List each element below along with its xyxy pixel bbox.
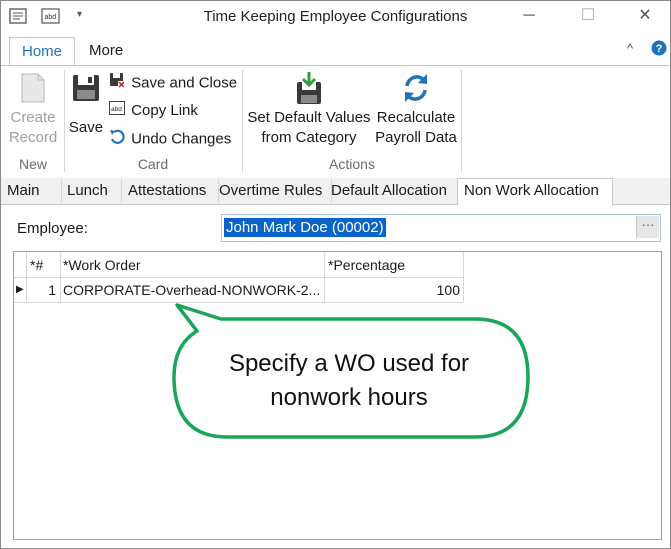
callout-line-2: nonwork hours (270, 384, 428, 411)
callout-text: Specify a WO used for nonwork hours (179, 347, 519, 415)
callout-bubble (172, 303, 530, 439)
app-window: abd ▾ Time Keeping Employee Configuratio… (0, 0, 671, 549)
callout-line-1: Specify a WO used for (228, 350, 470, 377)
